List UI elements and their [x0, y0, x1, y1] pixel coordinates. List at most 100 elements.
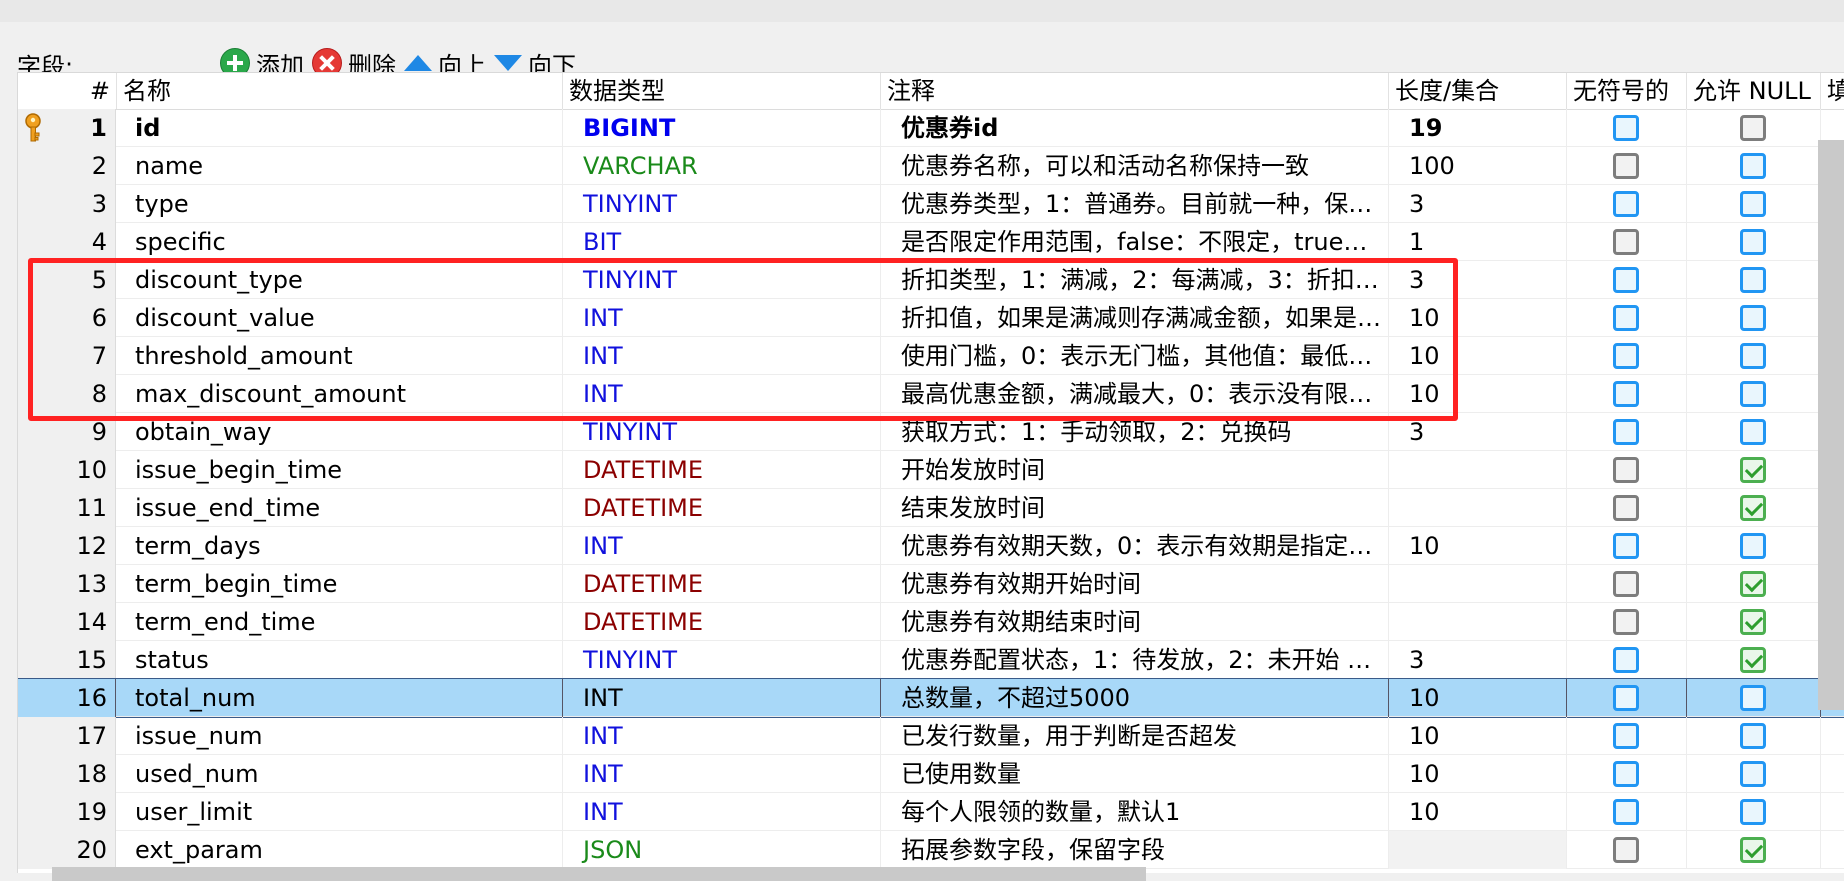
table-row[interactable]: 4 specific BIT 是否限定作用范围，false：不限定，true：… 1: [18, 223, 1844, 261]
table-row[interactable]: 20 ext_param JSON 拓展参数字段，保留字段: [18, 831, 1844, 869]
field-comment[interactable]: 折扣值，如果是满减则存满减金额，如果是…: [881, 299, 1389, 337]
col-header-datatype[interactable]: 数据类型: [563, 73, 881, 109]
row-number[interactable]: 12: [18, 527, 116, 565]
field-datatype[interactable]: TINYINT: [563, 641, 881, 679]
col-header-nullable[interactable]: 允许 NULL: [1687, 73, 1821, 109]
table-row[interactable]: 17 issue_num INT 已发行数量，用于判断是否超发 10: [18, 717, 1844, 755]
field-comment[interactable]: 获取方式：1：手动领取，2：兑换码: [881, 413, 1389, 451]
field-datatype[interactable]: BIGINT: [563, 109, 881, 147]
nullable-checkbox[interactable]: [1740, 799, 1766, 825]
nullable-checkbox[interactable]: [1740, 457, 1766, 483]
field-comment[interactable]: 优惠券有效期结束时间: [881, 603, 1389, 641]
field-name[interactable]: total_num: [117, 679, 563, 717]
vertical-scrollbar[interactable]: [1818, 140, 1844, 710]
nullable-checkbox[interactable]: [1740, 267, 1766, 293]
table-row[interactable]: 13 term_begin_time DATETIME 优惠券有效期开始时间: [18, 565, 1844, 603]
field-comment[interactable]: 是否限定作用范围，false：不限定，true：…: [881, 223, 1389, 261]
unsigned-checkbox[interactable]: [1613, 115, 1639, 141]
field-comment[interactable]: 总数量，不超过5000: [881, 679, 1389, 717]
field-comment[interactable]: 最高优惠金额，满减最大，0：表示没有限…: [881, 375, 1389, 413]
field-comment[interactable]: 拓展参数字段，保留字段: [881, 831, 1389, 869]
table-row[interactable]: 12 term_days INT 优惠券有效期天数，0：表示有效期是指定… 10: [18, 527, 1844, 565]
table-row[interactable]: 18 used_num INT 已使用数量 10: [18, 755, 1844, 793]
field-length[interactable]: 10: [1389, 679, 1567, 717]
field-datatype[interactable]: DATETIME: [563, 565, 881, 603]
row-number[interactable]: 13: [18, 565, 116, 603]
row-number[interactable]: 5: [18, 261, 116, 299]
field-datatype[interactable]: TINYINT: [563, 413, 881, 451]
nullable-checkbox[interactable]: [1740, 419, 1766, 445]
field-name[interactable]: used_num: [117, 755, 563, 793]
field-length[interactable]: 3: [1389, 261, 1567, 299]
field-name[interactable]: type: [117, 185, 563, 223]
field-comment[interactable]: 优惠券id: [881, 109, 1389, 147]
field-datatype[interactable]: INT: [563, 717, 881, 755]
field-length[interactable]: 19: [1389, 109, 1567, 147]
row-number[interactable]: 11: [18, 489, 116, 527]
row-number[interactable]: 19: [18, 793, 116, 831]
field-comment[interactable]: 折扣类型，1：满减，2：每满减，3：折扣…: [881, 261, 1389, 299]
table-row[interactable]: 11 issue_end_time DATETIME 结束发放时间: [18, 489, 1844, 527]
field-length[interactable]: 3: [1389, 185, 1567, 223]
field-datatype[interactable]: TINYINT: [563, 185, 881, 223]
field-comment[interactable]: 结束发放时间: [881, 489, 1389, 527]
field-datatype[interactable]: INT: [563, 527, 881, 565]
field-length[interactable]: [1389, 565, 1567, 603]
field-name[interactable]: term_days: [117, 527, 563, 565]
unsigned-checkbox[interactable]: [1613, 837, 1639, 863]
field-comment[interactable]: 优惠券名称，可以和活动名称保持一致: [881, 147, 1389, 185]
col-header-num[interactable]: #: [18, 73, 117, 109]
table-row[interactable]: 6 discount_value INT 折扣值，如果是满减则存满减金额，如果是… 10: [18, 299, 1844, 337]
row-number[interactable]: 4: [18, 223, 116, 261]
field-name[interactable]: term_begin_time: [117, 565, 563, 603]
field-comment[interactable]: 优惠券配置状态，1：待发放，2：未开始 …: [881, 641, 1389, 679]
unsigned-checkbox[interactable]: [1613, 685, 1639, 711]
field-name[interactable]: name: [117, 147, 563, 185]
col-header-comment[interactable]: 注释: [881, 73, 1389, 109]
row-number[interactable]: 16: [18, 679, 116, 717]
nullable-checkbox[interactable]: [1740, 723, 1766, 749]
field-length[interactable]: 3: [1389, 413, 1567, 451]
field-length[interactable]: [1389, 489, 1567, 527]
unsigned-checkbox[interactable]: [1613, 647, 1639, 673]
field-name[interactable]: issue_begin_time: [117, 451, 563, 489]
unsigned-checkbox[interactable]: [1613, 305, 1639, 331]
table-row[interactable]: 10 issue_begin_time DATETIME 开始发放时间: [18, 451, 1844, 489]
field-length[interactable]: 10: [1389, 717, 1567, 755]
nullable-checkbox[interactable]: [1740, 115, 1766, 141]
table-row[interactable]: 9 obtain_way TINYINT 获取方式：1：手动领取，2：兑换码 3: [18, 413, 1844, 451]
field-name[interactable]: specific: [117, 223, 563, 261]
unsigned-checkbox[interactable]: [1613, 457, 1639, 483]
field-length[interactable]: 10: [1389, 755, 1567, 793]
row-number[interactable]: 20: [18, 831, 116, 869]
field-datatype[interactable]: JSON: [563, 831, 881, 869]
field-length[interactable]: [1389, 603, 1567, 641]
row-number[interactable]: 17: [18, 717, 116, 755]
unsigned-checkbox[interactable]: [1613, 799, 1639, 825]
nullable-checkbox[interactable]: [1740, 837, 1766, 863]
field-length[interactable]: 100: [1389, 147, 1567, 185]
table-row[interactable]: 7 threshold_amount INT 使用门槛，0：表示无门槛，其他值：最低……: [18, 337, 1844, 375]
unsigned-checkbox[interactable]: [1613, 495, 1639, 521]
field-name[interactable]: term_end_time: [117, 603, 563, 641]
field-datatype[interactable]: DATETIME: [563, 451, 881, 489]
nullable-checkbox[interactable]: [1740, 343, 1766, 369]
unsigned-checkbox[interactable]: [1613, 609, 1639, 635]
col-header-fill[interactable]: 填零: [1821, 73, 1844, 109]
field-datatype[interactable]: DATETIME: [563, 603, 881, 641]
table-row[interactable]: 5 discount_type TINYINT 折扣类型，1：满减，2：每满减，3：折…: [18, 261, 1844, 299]
row-number[interactable]: 15: [18, 641, 116, 679]
unsigned-checkbox[interactable]: [1613, 229, 1639, 255]
nullable-checkbox[interactable]: [1740, 191, 1766, 217]
field-length[interactable]: 10: [1389, 793, 1567, 831]
row-number[interactable]: 8: [18, 375, 116, 413]
unsigned-checkbox[interactable]: [1613, 723, 1639, 749]
col-header-name[interactable]: 名称: [117, 73, 563, 109]
col-header-unsigned[interactable]: 无符号的: [1567, 73, 1687, 109]
row-number[interactable]: 14: [18, 603, 116, 641]
field-comment[interactable]: 使用门槛，0：表示无门槛，其他值：最低…: [881, 337, 1389, 375]
table-row[interactable]: 3 type TINYINT 优惠券类型，1：普通券。目前就一种，保… 3: [18, 185, 1844, 223]
field-comment[interactable]: 开始发放时间: [881, 451, 1389, 489]
nullable-checkbox[interactable]: [1740, 495, 1766, 521]
row-number[interactable]: 3: [18, 185, 116, 223]
